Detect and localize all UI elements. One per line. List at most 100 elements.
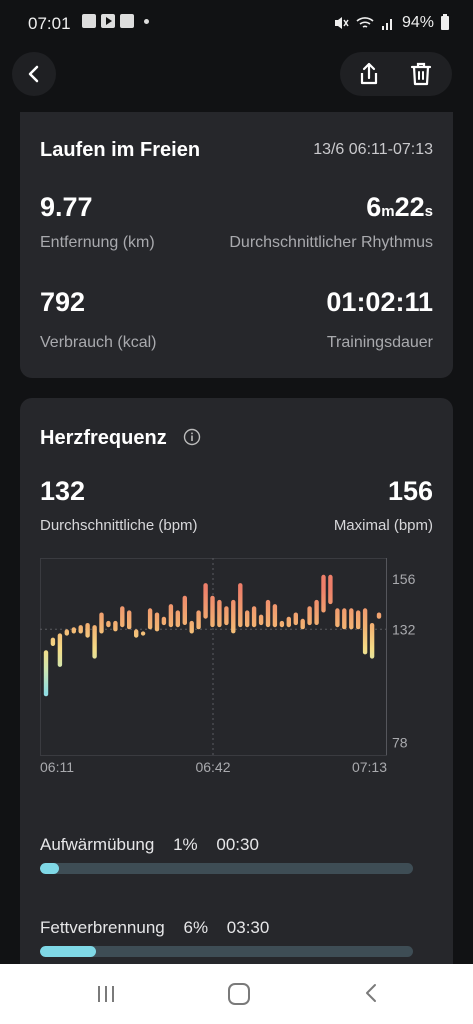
- chart-bar: [286, 616, 291, 628]
- activity-summary-card: Laufen im Freien 13/6 06:11-07:13 9.77 E…: [20, 112, 453, 378]
- status-indicators: 94%: [333, 14, 449, 32]
- status-bar: 07:01 94%: [0, 0, 473, 48]
- chart-bar: [127, 610, 132, 630]
- chart-bar: [251, 606, 257, 628]
- pace-seconds: 22: [394, 192, 425, 222]
- distance-value: 9.77: [40, 192, 93, 222]
- chart-bar: [307, 606, 312, 626]
- chart-bar: [161, 616, 167, 626]
- zone-warmup-time: 00:30: [216, 835, 259, 854]
- chart-x-tick-label: 06:11: [40, 759, 74, 773]
- chart-y-tick-label: 78: [392, 734, 408, 750]
- top-nav: [0, 50, 473, 96]
- duration-label: Trainingsdauer: [326, 334, 433, 351]
- chart-bar: [293, 612, 298, 626]
- chart-bar: [328, 574, 333, 605]
- heart-rate-chart-svg: 156 132 78 06:11 06:42 07:13: [40, 558, 416, 773]
- zone-fatburn-percent: 6%: [183, 918, 209, 937]
- chart-y-tick-label: 156: [392, 571, 416, 587]
- status-time: 07:01: [28, 14, 71, 33]
- chart-x-tick-label: 07:13: [352, 759, 387, 773]
- chart-bar: [99, 612, 104, 634]
- share-button[interactable]: [356, 61, 382, 87]
- chart-bar: [245, 610, 250, 628]
- chart-bar: [224, 606, 229, 626]
- chart-bar: [64, 629, 69, 636]
- heart-rate-chart[interactable]: 156 132 78 06:11 06:42 07:13: [40, 558, 435, 773]
- chart-bar: [43, 650, 49, 697]
- heart-rate-title: Herzfrequenz: [40, 427, 167, 449]
- avg-heart-rate-label: Durchschnittliche (bpm): [40, 517, 198, 534]
- chart-bar: [106, 620, 111, 628]
- zone-warmup-percent: 1%: [173, 835, 198, 854]
- chart-bar: [78, 625, 83, 634]
- chart-bar: [134, 629, 139, 638]
- pace-label: Durchschnittlicher Rhythmus: [229, 234, 433, 251]
- pace-seconds-unit: s: [424, 203, 433, 220]
- zone-fatburn-name: Fettverbrennung: [40, 918, 165, 937]
- chart-bar: [356, 610, 361, 630]
- heart-rate-card: Herzfrequenz 132 Durchschnittliche (bpm)…: [20, 398, 453, 998]
- chart-bar: [71, 627, 76, 634]
- chart-bar: [113, 620, 118, 632]
- activity-title: Laufen im Freien: [40, 139, 201, 161]
- home-icon[interactable]: [228, 983, 250, 1005]
- chart-bar: [349, 608, 354, 630]
- back-nav-icon[interactable]: [362, 983, 382, 1003]
- zone-fatburn-bar: [40, 946, 413, 957]
- zone-fatburn-time: 03:30: [226, 918, 270, 937]
- signal-icon: [381, 19, 392, 30]
- chart-bar: [120, 606, 125, 628]
- duration-value: 01:02:11: [326, 287, 433, 317]
- back-button[interactable]: [12, 52, 56, 96]
- chart-bar: [57, 633, 63, 667]
- chart-bar: [85, 623, 90, 638]
- zone-warmup-bar: [40, 863, 413, 874]
- max-heart-rate-value: 156: [387, 476, 433, 506]
- recent-apps-icon[interactable]: [96, 985, 116, 1003]
- chart-bar: [279, 620, 285, 628]
- chart-bar: [238, 583, 243, 628]
- pace-value: 6m22s: [366, 192, 433, 223]
- chart-bar: [175, 610, 180, 628]
- chart-bar: [182, 595, 187, 625]
- notification-icons: [82, 14, 149, 28]
- chart-bar: [217, 599, 222, 628]
- delete-button[interactable]: [408, 61, 434, 87]
- avg-heart-rate-value: 132: [40, 476, 86, 506]
- chart-y-tick-label: 132: [392, 621, 416, 637]
- chart-bar: [258, 614, 264, 626]
- chart-bar: [362, 608, 368, 655]
- zone-warmup-fill: [40, 863, 59, 874]
- chart-bar: [203, 583, 208, 619]
- chart-x-tick-label: 06:42: [195, 759, 230, 773]
- distance-label: Entfernung (km): [40, 234, 155, 251]
- zone-warmup-name: Aufwärmübung: [40, 835, 155, 854]
- system-nav-bar: [0, 964, 473, 1024]
- chart-bar: [300, 618, 305, 630]
- chart-bar: [189, 620, 194, 634]
- wifi-icon: [356, 17, 374, 28]
- chart-bar: [369, 623, 375, 659]
- chart-bar: [272, 604, 278, 628]
- info-icon[interactable]: [183, 428, 201, 446]
- youtube-icon: [101, 14, 115, 28]
- activity-time-range: 13/6 06:11-07:13: [313, 141, 433, 158]
- chart-bar: [342, 608, 347, 630]
- chart-bar: [154, 612, 160, 632]
- zone-fatburn-fill: [40, 946, 96, 957]
- battery-icon: [441, 14, 449, 30]
- pace-minutes: 6: [366, 192, 382, 222]
- chart-bar: [321, 574, 326, 613]
- chart-bar: [147, 608, 153, 630]
- action-buttons: [340, 52, 452, 96]
- trash-icon: [410, 62, 432, 86]
- sigma-app-icon: [120, 14, 134, 28]
- chart-bar: [231, 599, 236, 634]
- chart-bar: [376, 612, 382, 619]
- mute-icon: [334, 17, 349, 29]
- chart-bar: [140, 631, 146, 636]
- max-heart-rate-label: Maximal (bpm): [333, 517, 433, 534]
- share-icon: [360, 62, 378, 85]
- pace-minutes-unit: m: [381, 203, 395, 220]
